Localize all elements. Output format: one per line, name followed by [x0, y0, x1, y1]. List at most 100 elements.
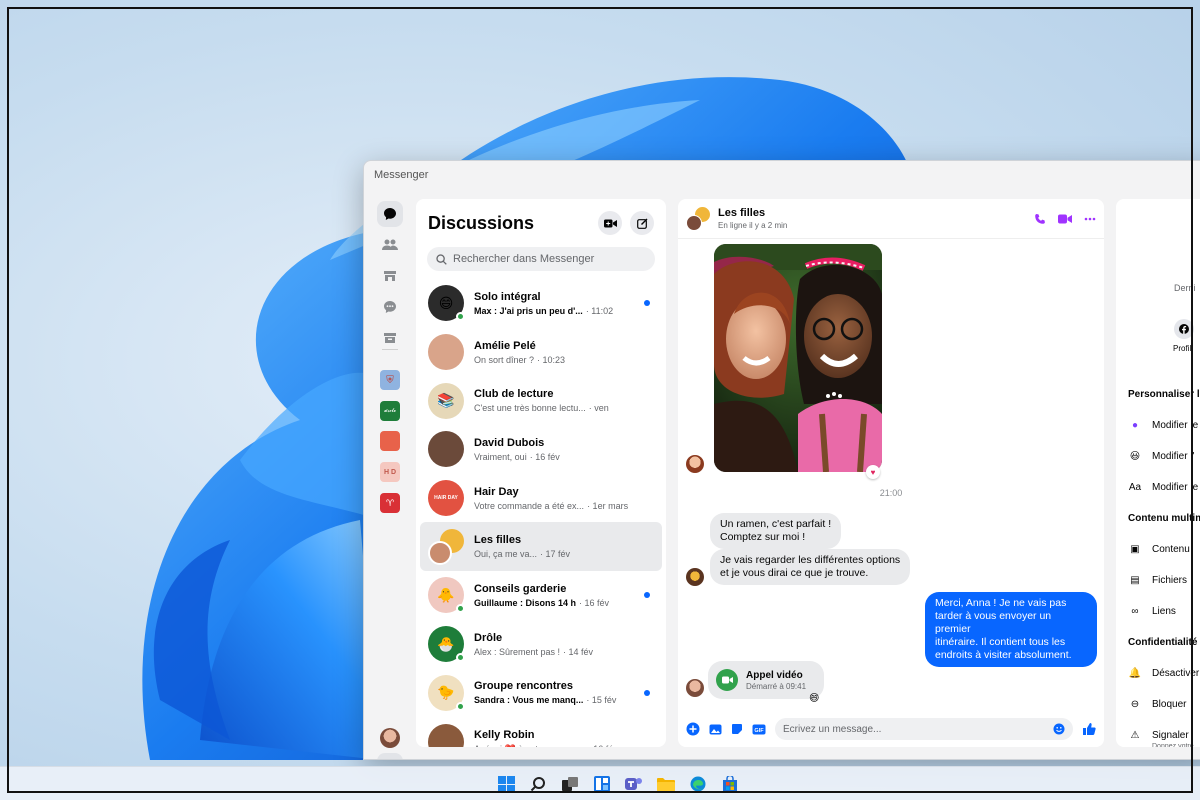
- conversation-item[interactable]: 📚 Club de lecture C'est une très bonne lec…: [420, 376, 662, 425]
- sender-avatar: [686, 455, 704, 473]
- group-shield[interactable]: ⛨: [380, 370, 400, 390]
- info-option[interactable]: ⚠ Signaler Donnez votre: [1128, 730, 1194, 747]
- group-green[interactable]: 𝓭𝓻𝓸𝓵𝓮: [380, 401, 400, 421]
- phone-icon[interactable]: [1034, 213, 1046, 225]
- conversation-item[interactable]: HAIR DAY Hair Day Votre commande a été ex.…: [420, 474, 662, 523]
- conversation-preview: Oui, ça me va...: [474, 549, 538, 560]
- rail-divider: [382, 349, 398, 350]
- edge-icon[interactable]: [685, 772, 711, 796]
- conversation-time: · 10:23: [537, 354, 566, 365]
- last-active-text: Derni: [1174, 283, 1196, 293]
- conversation-item[interactable]: David Dubois Vraiment, oui · 16 fév: [420, 425, 662, 474]
- conversation-item[interactable]: 🐣 Drôle Alex : Sûrement pas ! · 14 fév: [420, 620, 662, 669]
- info-option[interactable]: 🔔 Désactiver: [1128, 668, 1199, 679]
- conversation-preview: Max : J'ai pris un peu d'...: [474, 305, 583, 316]
- online-indicator: [456, 604, 465, 614]
- conversation-item[interactable]: Les filles Oui, ça me va... · 17 fév: [420, 522, 662, 572]
- info-option[interactable]: ● Modifier le: [1128, 420, 1198, 431]
- conversation-name: Drôle: [474, 631, 503, 644]
- conversation-item[interactable]: Kelly Robin A réagi ❤️ à votre message· 1…: [420, 717, 662, 747]
- sidebar-toggle-icon[interactable]: [377, 753, 403, 759]
- archive-icon[interactable]: [377, 325, 403, 351]
- facebook-profile-button[interactable]: [1174, 319, 1194, 339]
- message-field: [775, 718, 1073, 740]
- conversation-name: Amélie Pelé: [474, 339, 536, 352]
- online-indicator: [456, 312, 465, 322]
- emoji-reaction-icon[interactable]: 😄: [809, 693, 819, 704]
- start-icon[interactable]: [493, 772, 519, 796]
- more-options-icon[interactable]: [1084, 217, 1096, 221]
- group-hd[interactable]: H D: [380, 462, 400, 482]
- info-section-title[interactable]: Contenu multim: [1128, 513, 1200, 524]
- marketplace-icon[interactable]: [377, 263, 403, 289]
- compose-button[interactable]: [630, 211, 654, 235]
- media-icon: ▣: [1130, 544, 1140, 555]
- profile-label: Profil: [1173, 344, 1192, 353]
- chat-avatar[interactable]: [686, 206, 710, 231]
- emoji-icon: 😃: [1129, 451, 1141, 462]
- group-orange[interactable]: [380, 431, 400, 451]
- conversation-time: · 16 fév: [529, 451, 560, 462]
- unread-dot: [644, 300, 650, 306]
- gif-icon[interactable]: GIF: [752, 724, 766, 735]
- info-option[interactable]: 😃 Modifier l': [1128, 451, 1195, 462]
- conversation-time: · 1er mars: [587, 500, 629, 511]
- conversation-name: Conseils garderie: [474, 582, 567, 595]
- video-call-icon[interactable]: [1058, 214, 1072, 224]
- group-red[interactable]: ♈: [380, 493, 400, 513]
- sender-avatar: [686, 568, 704, 586]
- link-icon: ∞: [1131, 606, 1139, 617]
- message-input[interactable]: [783, 723, 1053, 735]
- conversation-time: · 11:02: [585, 305, 614, 316]
- conversation-name: Solo intégral: [474, 290, 541, 303]
- info-option-label: Modifier le: [1152, 482, 1199, 493]
- conversation-item[interactable]: 😄 Solo intégral Max : J'ai pris un peu d'.…: [420, 279, 662, 328]
- plus-icon[interactable]: [686, 722, 700, 736]
- info-option[interactable]: ⊖ Bloquer: [1128, 699, 1187, 710]
- taskview-icon[interactable]: [557, 772, 583, 796]
- conversation-item[interactable]: 🐥 Conseils garderie Guillaume : Disons 14 …: [420, 571, 662, 620]
- conversation-avatar: 🐤: [428, 674, 465, 711]
- shared-photo[interactable]: [714, 244, 882, 472]
- sticker-icon[interactable]: [731, 723, 743, 735]
- people-icon[interactable]: [377, 232, 403, 258]
- info-option-label: Modifier l': [1152, 451, 1195, 462]
- taskbar: [0, 766, 1200, 800]
- info-section-title[interactable]: Personnaliser l: [1128, 389, 1200, 400]
- info-option[interactable]: ∞ Liens: [1128, 606, 1175, 617]
- video-call-card[interactable]: Appel vidéo Démarré à 09:41: [708, 661, 824, 699]
- nickname-icon: Aa: [1128, 482, 1142, 493]
- conversation-item[interactable]: Amélie Pelé On sort dîner ? · 10:23: [420, 328, 662, 377]
- conversation-name: Hair Day: [474, 485, 519, 498]
- conversation-avatar: 😄: [428, 285, 465, 322]
- conversation-avatar: [428, 723, 464, 747]
- thumbs-up-icon[interactable]: [1082, 722, 1096, 736]
- avatar[interactable]: [377, 725, 403, 751]
- chats-icon[interactable]: [377, 201, 403, 227]
- report-icon: ⚠: [1130, 730, 1140, 741]
- heart-reaction-icon[interactable]: ♥: [866, 465, 880, 479]
- info-section-title[interactable]: Confidentialité: [1128, 637, 1197, 648]
- new-room-button[interactable]: [598, 211, 622, 235]
- info-option[interactable]: Aa Modifier le: [1128, 482, 1198, 493]
- message-bubble-2: Je vais regarder les différentes options…: [710, 549, 911, 585]
- search-icon[interactable]: [525, 772, 551, 796]
- teams-icon[interactable]: [621, 772, 647, 796]
- file-icon: ▤: [1130, 575, 1140, 586]
- emoji-icon[interactable]: [1053, 723, 1065, 735]
- conversation-preview: Votre commande a été ex...: [474, 500, 585, 511]
- info-option[interactable]: ▤ Fichiers: [1128, 575, 1187, 586]
- store-icon[interactable]: [717, 772, 743, 796]
- requests-icon[interactable]: [377, 294, 403, 320]
- info-option[interactable]: ▣ Contenu: [1128, 544, 1190, 555]
- conversation-name: Groupe rencontres: [474, 680, 574, 693]
- conversation-avatar: HAIR DAY: [428, 480, 464, 517]
- facebook-icon: [1179, 324, 1189, 334]
- explorer-icon[interactable]: [653, 772, 679, 796]
- search-input[interactable]: [453, 253, 653, 265]
- search-icon: [436, 253, 447, 265]
- conversation-item[interactable]: 🐤 Groupe rencontres Sandra : Vous me manq.…: [420, 669, 662, 718]
- chat-title[interactable]: Les filles: [718, 207, 787, 219]
- image-icon[interactable]: [709, 724, 722, 735]
- widgets-icon[interactable]: [589, 772, 615, 796]
